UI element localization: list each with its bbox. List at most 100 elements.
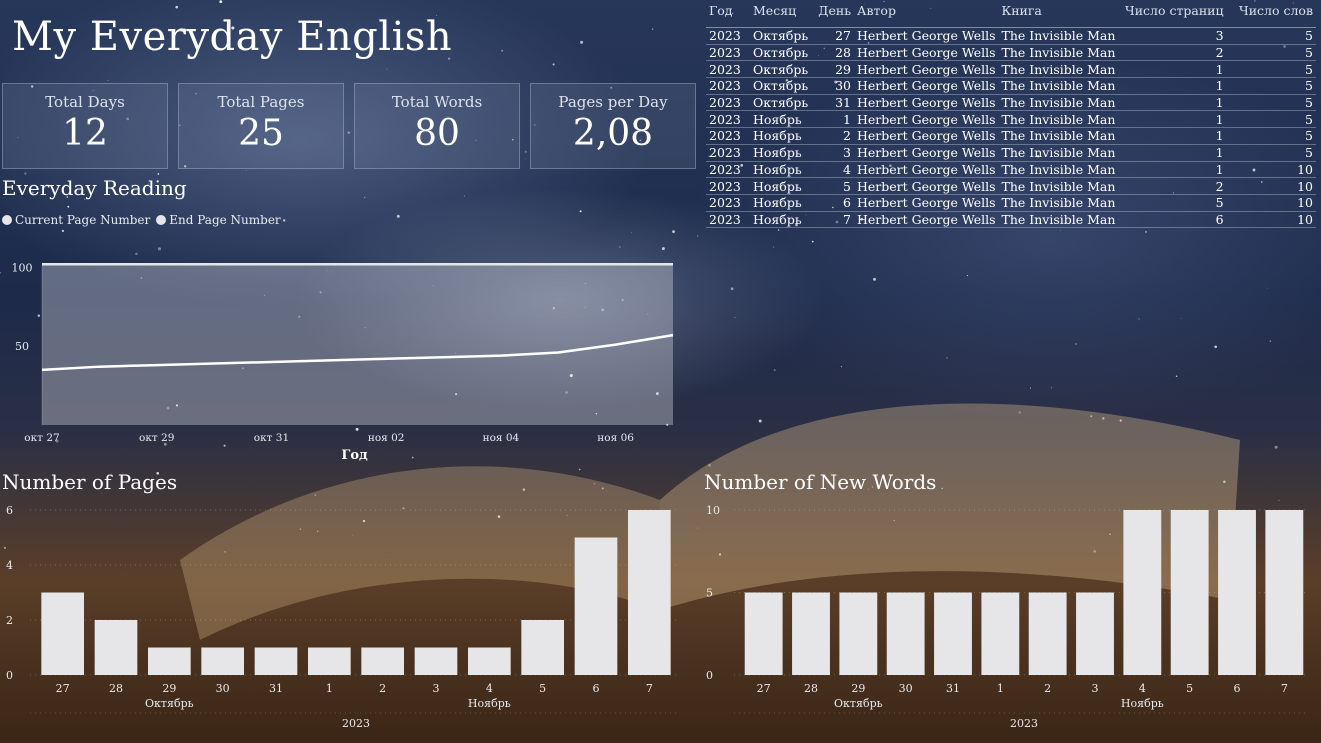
- reading-log-table: Год Месяц День Автор Книга Число страниц…: [706, 0, 1316, 229]
- bar: [839, 592, 878, 675]
- kpi-value: 12: [62, 113, 108, 154]
- y-tick-label: 6: [6, 504, 13, 517]
- x-tick-label: 31: [269, 682, 283, 695]
- pages-chart-title: Number of Pages: [2, 470, 178, 494]
- table-cell: 5: [1226, 77, 1316, 95]
- table-row[interactable]: 2023 Ноябрь 3 Herbert George Wells The Invis…: [706, 144, 1316, 162]
- reading-chart-title: Everyday Reading: [2, 176, 187, 200]
- x-tick-label: 4: [1139, 682, 1146, 695]
- kpi-label: Total Words: [391, 93, 483, 111]
- table-cell: 5: [1226, 110, 1316, 129]
- table-cell: 4: [814, 161, 854, 179]
- table-row[interactable]: 2023 Ноябрь 4 Herbert George Wells The Invis…: [706, 161, 1316, 179]
- table-cell: Herbert George Wells: [854, 60, 999, 79]
- table-cell: 2023: [706, 94, 750, 112]
- table-cell: Ноябрь: [750, 161, 814, 179]
- table-cell: 5: [1120, 194, 1227, 212]
- x-axis-title: Год: [341, 448, 368, 463]
- table-cell: 6: [1120, 211, 1227, 229]
- table-cell: Herbert George Wells: [854, 27, 999, 45]
- table-cell: 5: [1226, 27, 1316, 45]
- x-tick-label: 5: [539, 682, 546, 695]
- bar: [744, 592, 783, 675]
- x-tick-label: 3: [433, 682, 440, 695]
- table-cell: Herbert George Wells: [854, 211, 999, 229]
- kpi-total-pages: Total Pages 25: [178, 83, 344, 169]
- column-header-year[interactable]: Год: [706, 0, 750, 28]
- table-cell: 5: [1226, 94, 1316, 112]
- table-cell: Октябрь: [750, 94, 814, 112]
- x-tick-label: 27: [56, 682, 70, 695]
- column-header-pages[interactable]: Число страниц: [1120, 0, 1227, 28]
- year-label: 2023: [1010, 717, 1038, 730]
- month-label: Ноябрь: [468, 697, 511, 710]
- column-header-words[interactable]: Число слов: [1226, 0, 1316, 28]
- x-tick-label: 5: [1186, 682, 1193, 695]
- number-of-new-words-chart[interactable]: 0 5 10 27 28 29 30 31 1 2 3 4 5 6 7 Октябрь Ноябрь 2023: [700, 500, 1315, 740]
- table-cell: 2: [814, 127, 854, 145]
- bar: [414, 647, 458, 675]
- column-header-book[interactable]: Книга: [998, 0, 1121, 28]
- legend-item-end[interactable]: End Page Number: [156, 213, 281, 227]
- table-cell: 2023: [706, 177, 750, 195]
- table-row[interactable]: 2023 Ноябрь 5 Herbert George Wells The Invis…: [706, 177, 1316, 195]
- table-cell: Herbert George Wells: [854, 94, 999, 112]
- table-cell: The Invisible Man: [998, 60, 1121, 79]
- bar: [41, 592, 84, 675]
- bar: [1218, 510, 1256, 675]
- y-tick-label: 2: [6, 614, 13, 627]
- table-row[interactable]: 2023 Октябрь 28 Herbert George Wells The Inv…: [706, 44, 1316, 62]
- bar: [308, 647, 351, 675]
- table-cell: 1: [814, 110, 854, 129]
- column-header-day[interactable]: День: [814, 0, 854, 28]
- kpi-total-words: Total Words 80: [354, 83, 520, 169]
- x-tick-label: 2: [1044, 682, 1051, 695]
- table-cell: 5: [1226, 144, 1316, 162]
- bar: [148, 647, 191, 675]
- bar: [94, 620, 138, 675]
- column-header-author[interactable]: Автор: [854, 0, 999, 28]
- kpi-label: Total Pages: [217, 93, 305, 111]
- table-row[interactable]: 2023 Ноябрь 6 Herbert George Wells The Invis…: [706, 194, 1316, 212]
- kpi-pages-per-day: Pages per Day 2,08: [530, 83, 696, 169]
- table-cell: Октябрь: [750, 60, 814, 79]
- bar: [468, 647, 511, 675]
- table-row[interactable]: 2023 Октябрь 29 Herbert George Wells The Inv…: [706, 60, 1316, 79]
- y-tick-label: 10: [706, 504, 720, 517]
- legend-label: End Page Number: [169, 213, 281, 227]
- table-cell: 5: [1226, 127, 1316, 145]
- table-cell: 6: [814, 194, 854, 212]
- table-cell: 7: [814, 211, 854, 229]
- table-row[interactable]: 2023 Ноябрь 1 Herbert George Wells The Invis…: [706, 110, 1316, 129]
- legend-item-current[interactable]: Current Page Number: [2, 213, 150, 227]
- column-header-month[interactable]: Месяц: [750, 0, 814, 28]
- table-cell: 2: [1120, 177, 1227, 195]
- table-cell: Herbert George Wells: [854, 127, 999, 145]
- table-cell: 2023: [706, 144, 750, 162]
- bar: [628, 510, 671, 675]
- table-row[interactable]: 2023 Ноябрь 2 Herbert George Wells The Invis…: [706, 127, 1316, 145]
- table-row[interactable]: 2023 Октябрь 30 Herbert George Wells The Inv…: [706, 77, 1316, 95]
- bar: [254, 647, 298, 675]
- table-cell: 3: [814, 144, 854, 162]
- table-cell: The Invisible Man: [998, 194, 1121, 212]
- table-cell: The Invisible Man: [998, 110, 1121, 129]
- kpi-total-days: Total Days 12: [2, 83, 168, 169]
- month-label: Октябрь: [834, 697, 883, 710]
- table-row[interactable]: 2023 Октябрь 31 Herbert George Wells The Inv…: [706, 94, 1316, 112]
- y-tick-label: 100: [12, 261, 33, 274]
- dashboard-title: My Everyday English: [12, 14, 453, 60]
- table-cell: 5: [1226, 60, 1316, 79]
- table-row[interactable]: 2023 Ноябрь 7 Herbert George Wells The Invis…: [706, 211, 1316, 229]
- x-tick-label: 29: [851, 682, 865, 695]
- table-cell: 2: [1120, 44, 1227, 62]
- table-cell: Herbert George Wells: [854, 77, 999, 95]
- bar: [934, 592, 972, 675]
- table-cell: 2023: [706, 194, 750, 212]
- table-row[interactable]: 2023 Октябрь 27 Herbert George Wells The Inv…: [706, 27, 1316, 45]
- table-cell: 1: [1120, 110, 1227, 129]
- y-tick-label: 50: [15, 340, 29, 353]
- everyday-reading-chart[interactable]: 50 100 окт 27 окт 29 окт 31 ноя 02 ноя 04 ноя 0…: [0, 255, 690, 465]
- x-tick-label: окт 27: [24, 432, 59, 444]
- number-of-pages-chart[interactable]: 0 2 4 6 27 28 29 30 31 1 2 3 4 5 6 7 Октябрь Ноябрь 2023: [0, 500, 690, 740]
